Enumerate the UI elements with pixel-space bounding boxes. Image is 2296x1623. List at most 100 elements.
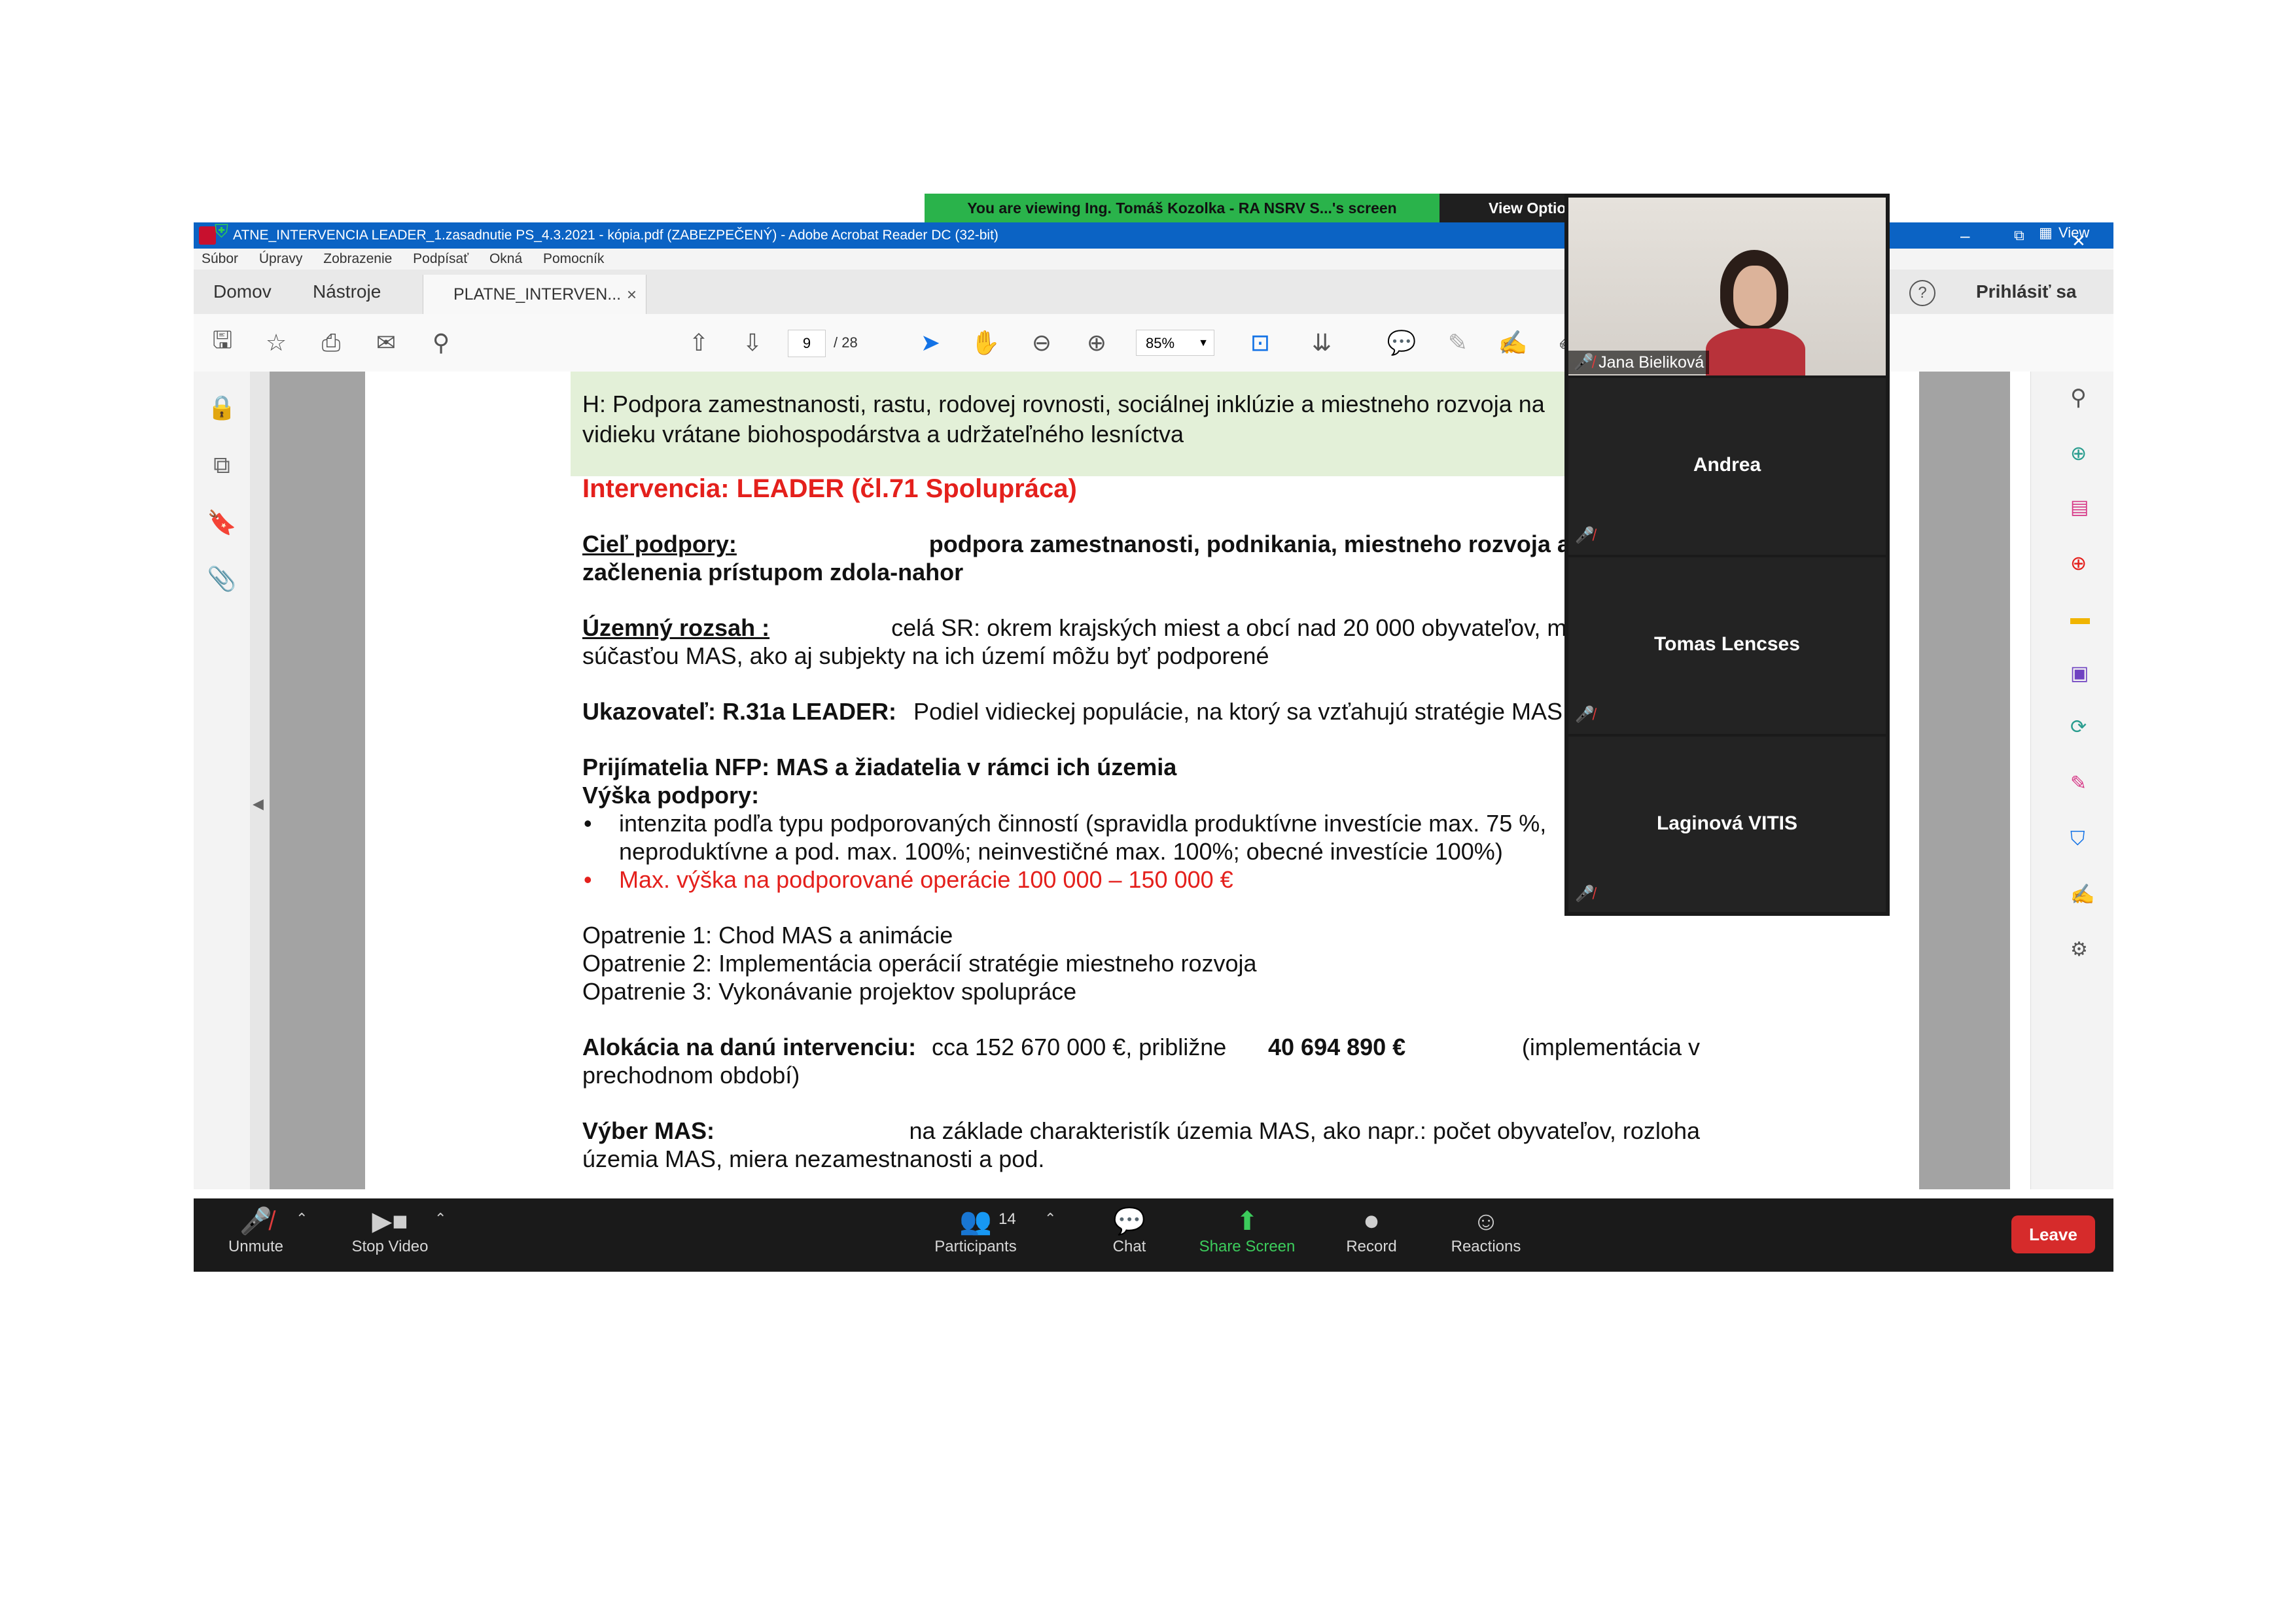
close-tab-icon[interactable]: × [627, 275, 637, 314]
muted-icon: 🎤̸ [1575, 527, 1595, 544]
zoom-in-icon[interactable]: ⊕ [1081, 327, 1112, 358]
record-button[interactable]: ⏺ Record [1332, 1198, 1411, 1272]
participants-button[interactable]: 👥 Participants [927, 1198, 1025, 1272]
lock-icon[interactable]: 🔒 [205, 391, 238, 424]
collapse-arrow-icon[interactable]: ◀ [253, 795, 264, 812]
page-thumbnails-icon[interactable]: ⧉ [205, 449, 238, 481]
minimize-button[interactable]: – [1960, 222, 1969, 249]
zoom-out-icon[interactable]: ⊖ [1026, 327, 1057, 358]
select-cursor-icon[interactable]: ➤ [915, 327, 946, 358]
fit-page-icon[interactable]: ⊡ [1245, 327, 1276, 358]
bookmark-icon[interactable]: 🔖 [205, 506, 238, 539]
tab-document[interactable]: PLATNE_INTERVEN... × [423, 275, 646, 314]
tab-home[interactable]: Domov [213, 270, 272, 314]
menu-help[interactable]: Pomocník [543, 251, 604, 266]
page-margin-right [1919, 372, 2010, 1189]
scope-text-2: súčasťou MAS, ako aj subjekty na ich úze… [582, 642, 1269, 669]
indicator-label: Ukazovateľ: R.31a LEADER: [582, 698, 897, 725]
bullet-2-text: Max. výška na podporované operácie 100 0… [619, 866, 1233, 893]
header-line-2: vidieku vrátane biohospodárstva a udržat… [582, 421, 1184, 447]
fill-sign-tool-icon[interactable]: ✎ [2070, 772, 2087, 795]
muted-icon: 🎤̸ [1575, 706, 1595, 724]
unmute-label: Unmute [228, 1238, 284, 1255]
combine-icon[interactable]: ▣ [2070, 662, 2089, 685]
support-label: Výška podpory: [582, 782, 760, 809]
zoom-tool-icon[interactable]: ⚲ [2070, 385, 2087, 411]
comment-tool-icon[interactable]: ▬ [2070, 607, 2090, 629]
menu-edit[interactable]: Úpravy [259, 251, 303, 266]
allocation-amount: 40 694 890 € [1268, 1034, 1406, 1060]
zoom-viewing-banner: You are viewing Ing. Tomáš Kozolka - RA … [925, 194, 1650, 222]
signature-tool-icon[interactable]: ✍ [2070, 883, 2094, 906]
stop-video-button[interactable]: ▶︎■ Stop Video [338, 1198, 442, 1272]
chat-button[interactable]: 💬 Chat [1097, 1198, 1162, 1272]
scroll-mode-icon[interactable]: ⇊ [1306, 327, 1337, 358]
edit-pdf-icon[interactable]: ▤ [2070, 496, 2089, 519]
highlight-icon[interactable]: ✎ [1442, 327, 1474, 358]
muted-icon: 🎤̸ [1574, 353, 1595, 372]
participant-tile-laginova[interactable]: Laginová VITIS 🎤̸ [1568, 737, 1886, 912]
more-tools-icon[interactable]: ⚙ [2070, 938, 2088, 961]
video-tile-jana[interactable]: 🎤̸ Jana Bieliková [1568, 198, 1886, 375]
share-screen-icon: ⬆ [1236, 1207, 1258, 1236]
reactions-label: Reactions [1451, 1238, 1521, 1255]
unmute-button[interactable]: 🎤̸ Unmute [220, 1198, 292, 1272]
organize-icon[interactable]: ⟳ [2070, 716, 2087, 739]
bullet-1-line-1: intenzita podľa typu podporovaných činno… [619, 810, 1547, 837]
attachment-icon[interactable]: 📎 [205, 563, 238, 595]
goal-text-1: podpora zamestnanosti, podnikania, miest… [928, 531, 1700, 557]
menu-sign[interactable]: Podpísať [413, 251, 468, 266]
tab-tools[interactable]: Nástroje [313, 270, 381, 314]
allocation-text-b: (implementácia v [1521, 1034, 1700, 1060]
participant-name: Andrea [1693, 454, 1761, 476]
reactions-button[interactable]: ☺ Reactions [1443, 1198, 1528, 1272]
menu-view[interactable]: Zobrazenie [323, 251, 392, 266]
bookmark-star-icon[interactable]: ☆ [260, 327, 292, 358]
restore-button[interactable]: ⧉ [2014, 222, 2024, 249]
participant-gallery: 🎤̸ Jana Bieliková Andrea 🎤̸ Tomas Lencse… [1564, 194, 1890, 916]
participant-name: Tomas Lencses [1654, 633, 1800, 655]
sign-in-button[interactable]: Prihlásiť sa [1976, 270, 2077, 314]
search-icon[interactable]: ⚲ [425, 327, 457, 358]
create-pdf-icon[interactable]: ⊕ [2070, 552, 2087, 575]
page-number-input[interactable]: 9 [788, 330, 826, 357]
participant-shirt [1706, 328, 1805, 375]
menu-file[interactable]: Súbor [202, 251, 238, 266]
print-icon[interactable]: ⎙ [315, 327, 347, 358]
zoom-level-value: 85% [1146, 335, 1175, 351]
document-tab-label: PLATNE_INTERVEN... [453, 285, 622, 304]
video-options-caret[interactable]: ⌃ [434, 1210, 446, 1227]
menu-window[interactable]: Okná [489, 251, 522, 266]
zoom-toolbar: 🎤̸ Unmute ⌃ ▶︎■ Stop Video ⌃ 👥 Participa… [194, 1198, 2113, 1272]
protect-icon[interactable]: ⛉ [2070, 828, 2085, 850]
bullet-1-line-2: neproduktívne a pod. max. 100%; neinvest… [619, 838, 1503, 865]
previous-page-icon[interactable]: ⇧ [683, 327, 715, 358]
email-icon[interactable]: ✉ [370, 327, 402, 358]
zoom-level-select[interactable]: 85% ▼ [1136, 330, 1214, 356]
comment-icon[interactable]: 💬 [1386, 327, 1417, 358]
scope-text-1: celá SR: okrem krajských miest a obcí na… [891, 614, 1700, 641]
selection-text-1: na základe charakteristík územia MAS, ak… [909, 1117, 1700, 1144]
measure-3: Opatrenie 3: Vykonávanie projektov spolu… [582, 978, 1077, 1005]
leave-button[interactable]: Leave [2011, 1215, 2095, 1253]
next-page-icon[interactable]: ⇩ [737, 327, 768, 358]
reactions-icon: ☺ [1472, 1207, 1500, 1236]
collapse-panel-strip[interactable]: ◀ [250, 372, 270, 1189]
participant-tile-andrea[interactable]: Andrea 🎤̸ [1568, 378, 1886, 555]
right-tools-rail: ⚲ ⊕ ▤ ⊕ ▬ ▣ ⟳ ✎ ⛉ ✍ ⚙ [2030, 372, 2113, 1189]
hand-tool-icon[interactable]: ✋ [970, 327, 1001, 358]
help-icon[interactable]: ? [1909, 280, 1935, 306]
participants-options-caret[interactable]: ⌃ [1044, 1210, 1056, 1227]
participant-tile-tomas[interactable]: Tomas Lencses 🎤̸ [1568, 557, 1886, 734]
sign-icon[interactable]: ✍ [1497, 327, 1528, 358]
audio-options-caret[interactable]: ⌃ [296, 1210, 308, 1227]
allocation-text-a: cca 152 670 000 €, približne [932, 1034, 1227, 1060]
stop-video-label: Stop Video [351, 1238, 429, 1255]
selection-label: Výber MAS: [582, 1117, 715, 1144]
share-screen-button[interactable]: ⬆ Share Screen [1195, 1198, 1299, 1272]
export-pdf-icon[interactable]: ⊕ [2070, 442, 2087, 465]
save-icon[interactable]: 🖫 [207, 326, 238, 358]
selection-text-2: územia MAS, miera nezamestnanosti a pod. [582, 1145, 1045, 1172]
share-screen-label: Share Screen [1199, 1238, 1296, 1255]
participants-count: 14 [998, 1210, 1016, 1228]
